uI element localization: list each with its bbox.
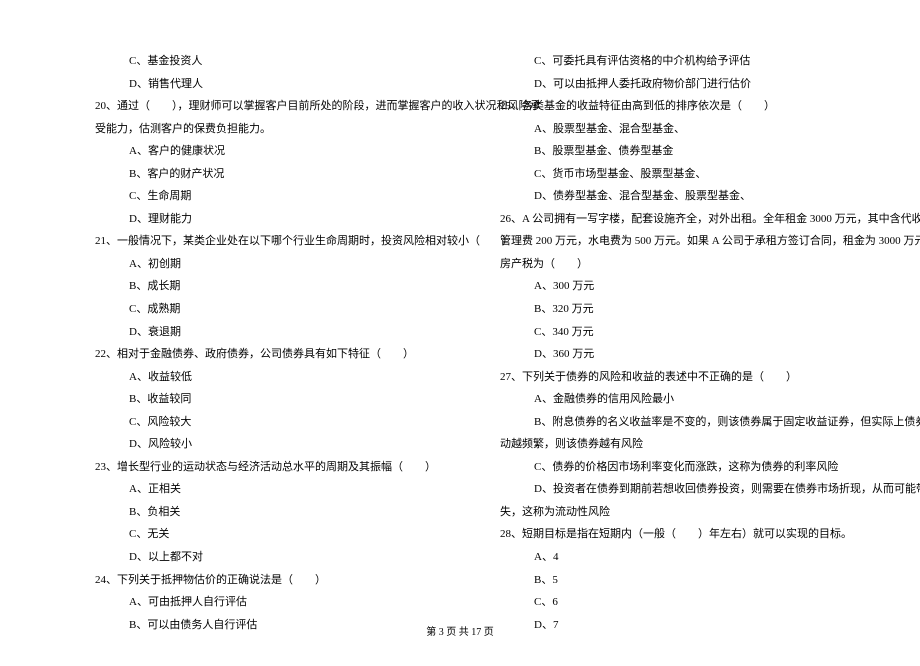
question-text: 26、A 公司拥有一写字楼，配套设施齐全，对外出租。全年租金 3000 万元，其… [500, 208, 845, 231]
option-text: B、负相关 [95, 501, 440, 524]
option-text: D、理财能力 [95, 208, 440, 231]
option-text: C、340 万元 [500, 321, 845, 344]
question-text: 28、短期目标是指在短期内（一般（ ）年左右）就可以实现的目标。 [500, 523, 845, 546]
option-text: B、320 万元 [500, 298, 845, 321]
option-text: B、收益较同 [95, 388, 440, 411]
option-continuation: 动越频繁，则该债券越有风险 [500, 433, 845, 456]
page-footer: 第 3 页 共 17 页 [0, 623, 920, 638]
option-text: D、投资者在债券到期前若想收回债券投资，则需要在债券市场折现，从而可能带来一定损 [500, 478, 845, 501]
option-text: A、金融债券的信用风险最小 [500, 388, 845, 411]
option-text: D、可以由抵押人委托政府物价部门进行估价 [500, 73, 845, 96]
option-text: C、风险较大 [95, 411, 440, 434]
option-text: C、可委托具有评估资格的中介机构给予评估 [500, 50, 845, 73]
question-continuation: 房产税为（ ） [500, 253, 845, 276]
option-text: D、以上都不对 [95, 546, 440, 569]
option-text: A、收益较低 [95, 366, 440, 389]
option-text: B、附息债券的名义收益率是不变的，则该债券属于固定收益证券，但实际上债券的价格变 [500, 411, 845, 434]
option-text: D、销售代理人 [95, 73, 440, 96]
option-text: A、4 [500, 546, 845, 569]
question-text: 25、各类基金的收益特征由高到低的排序依次是（ ） [500, 95, 845, 118]
option-text: C、无关 [95, 523, 440, 546]
option-text: B、客户的财产状况 [95, 163, 440, 186]
option-text: D、衰退期 [95, 321, 440, 344]
option-text: D、债券型基金、混合型基金、股票型基金、 [500, 185, 845, 208]
left-column: C、基金投资人 D、销售代理人 20、通过（ ），理财师可以掌握客户目前所处的阶… [95, 50, 440, 636]
option-text: A、300 万元 [500, 275, 845, 298]
right-column: C、可委托具有评估资格的中介机构给予评估 D、可以由抵押人委托政府物价部门进行估… [500, 50, 845, 636]
question-continuation: 受能力，估测客户的保费负担能力。 [95, 118, 440, 141]
option-text: C、基金投资人 [95, 50, 440, 73]
option-text: A、可由抵押人自行评估 [95, 591, 440, 614]
option-text: C、生命周期 [95, 185, 440, 208]
option-text: A、股票型基金、混合型基金、 [500, 118, 845, 141]
option-text: C、6 [500, 591, 845, 614]
question-text: 20、通过（ ），理财师可以掌握客户目前所处的阶段，进而掌握客户的收入状况和风险… [95, 95, 440, 118]
option-text: D、360 万元 [500, 343, 845, 366]
question-text: 23、增长型行业的运动状态与经济活动总水平的周期及其振幅（ ） [95, 456, 440, 479]
option-text: A、正相关 [95, 478, 440, 501]
option-text: C、成熟期 [95, 298, 440, 321]
question-text: 22、相对于金融债券、政府债券，公司债券具有如下特征（ ） [95, 343, 440, 366]
option-text: A、初创期 [95, 253, 440, 276]
question-text: 21、一般情况下，某类企业处在以下哪个行业生命周期时，投资风险相对较小（ ） [95, 230, 440, 253]
option-continuation: 失，这称为流动性风险 [500, 501, 845, 524]
question-text: 27、下列关于债券的风险和收益的表述中不正确的是（ ） [500, 366, 845, 389]
option-text: B、成长期 [95, 275, 440, 298]
option-text: D、风险较小 [95, 433, 440, 456]
question-continuation: 管理费 200 万元，水电费为 500 万元。如果 A 公司于承租方签订合同，租… [500, 230, 845, 253]
option-text: B、股票型基金、债券型基金 [500, 140, 845, 163]
option-text: C、货币市场型基金、股票型基金、 [500, 163, 845, 186]
question-text: 24、下列关于抵押物估价的正确说法是（ ） [95, 569, 440, 592]
document-page: C、基金投资人 D、销售代理人 20、通过（ ），理财师可以掌握客户目前所处的阶… [0, 0, 920, 666]
option-text: B、5 [500, 569, 845, 592]
option-text: C、债券的价格因市场利率变化而涨跌，这称为债券的利率风险 [500, 456, 845, 479]
option-text: A、客户的健康状况 [95, 140, 440, 163]
